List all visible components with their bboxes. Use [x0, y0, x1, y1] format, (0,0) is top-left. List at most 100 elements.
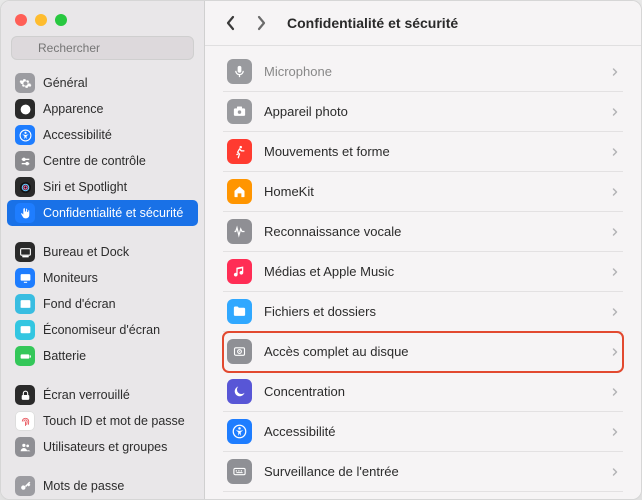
music-icon: [227, 259, 252, 284]
sidebar: Général Apparence Accessibilité Centre de c…: [1, 1, 205, 499]
sidebar-item-label: Apparence: [43, 102, 103, 116]
settings-row[interactable]: Accessibilité: [223, 412, 623, 452]
settings-list: Microphone Appareil photo Mouvements et fo…: [205, 46, 641, 499]
sidebar-item[interactable]: Écran verrouillé: [7, 382, 198, 408]
settings-row[interactable]: Surveillance de l'entrée: [223, 452, 623, 492]
sidebar-item-label: Écran verrouillé: [43, 388, 130, 402]
sidebar-item[interactable]: Touch ID et mot de passe: [7, 408, 198, 434]
settings-row[interactable]: Fichiers et dossiers: [223, 292, 623, 332]
sidebar-item-label: Confidentialité et sécurité: [43, 206, 183, 220]
siri-icon: [15, 177, 35, 197]
settings-row-label: Microphone: [264, 64, 599, 79]
settings-row[interactable]: HomeKit: [223, 172, 623, 212]
wallpaper-icon: [15, 294, 35, 314]
motion-icon: [227, 139, 252, 164]
sidebar-item-label: Batterie: [43, 349, 86, 363]
settings-window: Général Apparence Accessibilité Centre de c…: [0, 0, 642, 500]
forward-button[interactable]: [251, 13, 271, 33]
sidebar-item[interactable]: Général: [7, 70, 198, 96]
chevron-right-icon: [611, 466, 619, 478]
users-icon: [15, 437, 35, 457]
sidebar-item-label: Fond d'écran: [43, 297, 116, 311]
sliders-icon: [15, 151, 35, 171]
settings-row-label: Reconnaissance vocale: [264, 224, 599, 239]
chevron-right-icon: [611, 266, 619, 278]
close-button[interactable]: [15, 14, 27, 26]
sidebar-item[interactable]: Siri et Spotlight: [7, 174, 198, 200]
main-pane: Confidentialité et sécurité Microphone Ap…: [205, 1, 641, 499]
chevron-right-icon: [611, 426, 619, 438]
battery-icon: [15, 346, 35, 366]
disk-icon: [227, 339, 252, 364]
sidebar-item[interactable]: Économiseur d'écran: [7, 317, 198, 343]
settings-row-label: Appareil photo: [264, 104, 599, 119]
sidebar-item-label: Général: [43, 76, 87, 90]
display-icon: [15, 268, 35, 288]
sidebar-item[interactable]: Centre de contrôle: [7, 148, 198, 174]
settings-row-label: Médias et Apple Music: [264, 264, 599, 279]
settings-row[interactable]: Microphone: [223, 52, 623, 92]
hand-icon: [15, 203, 35, 223]
sidebar-item[interactable]: Apparence: [7, 96, 198, 122]
settings-row-label: Concentration: [264, 384, 599, 399]
settings-row[interactable]: Reconnaissance vocale: [223, 212, 623, 252]
settings-row-label: Fichiers et dossiers: [264, 304, 599, 319]
settings-row[interactable]: Accès complet au disque: [223, 332, 623, 372]
sidebar-item[interactable]: Mots de passe: [7, 473, 198, 499]
sidebar-item-label: Accessibilité: [43, 128, 112, 142]
home-icon: [227, 179, 252, 204]
fingerprint-icon: [15, 411, 35, 431]
camera-icon: [227, 99, 252, 124]
chevron-right-icon: [611, 106, 619, 118]
sidebar-nav: Général Apparence Accessibilité Centre de c…: [1, 68, 204, 499]
maximize-button[interactable]: [55, 14, 67, 26]
sidebar-item[interactable]: Batterie: [7, 343, 198, 369]
settings-row[interactable]: Mouvements et forme: [223, 132, 623, 172]
sidebar-item[interactable]: Utilisateurs et groupes: [7, 434, 198, 460]
settings-row[interactable]: Médias et Apple Music: [223, 252, 623, 292]
lock-icon: [15, 385, 35, 405]
settings-row[interactable]: Appareil photo: [223, 92, 623, 132]
sidebar-item[interactable]: Accessibilité: [7, 122, 198, 148]
chevron-right-icon: [611, 306, 619, 318]
chevron-right-icon: [611, 386, 619, 398]
sidebar-item[interactable]: Moniteurs: [7, 265, 198, 291]
settings-row-label: Accessibilité: [264, 424, 599, 439]
search-input[interactable]: [11, 36, 194, 60]
settings-row-label: Mouvements et forme: [264, 144, 599, 159]
sidebar-item-label: Utilisateurs et groupes: [43, 440, 167, 454]
accessibility-icon: [15, 125, 35, 145]
minimize-button[interactable]: [35, 14, 47, 26]
window-controls: [1, 1, 204, 32]
settings-row-label: Surveillance de l'entrée: [264, 464, 599, 479]
chevron-right-icon: [611, 146, 619, 158]
settings-row-label: HomeKit: [264, 184, 599, 199]
toolbar: Confidentialité et sécurité: [205, 1, 641, 46]
sidebar-item-label: Touch ID et mot de passe: [43, 414, 185, 428]
sidebar-item[interactable]: Bureau et Dock: [7, 239, 198, 265]
chevron-right-icon: [611, 66, 619, 78]
moon-icon: [227, 379, 252, 404]
sidebar-item-label: Économiseur d'écran: [43, 323, 160, 337]
sidebar-item-label: Moniteurs: [43, 271, 98, 285]
back-button[interactable]: [221, 13, 241, 33]
settings-row[interactable]: Concentration: [223, 372, 623, 412]
sidebar-item-label: Bureau et Dock: [43, 245, 129, 259]
settings-row[interactable]: Remote Desktop: [223, 492, 623, 499]
dock-icon: [15, 242, 35, 262]
chevron-right-icon: [611, 186, 619, 198]
wave-icon: [227, 219, 252, 244]
sidebar-item-label: Mots de passe: [43, 479, 124, 493]
folder-icon: [227, 299, 252, 324]
page-title: Confidentialité et sécurité: [287, 15, 458, 31]
sidebar-item[interactable]: Confidentialité et sécurité: [7, 200, 198, 226]
sidebar-item[interactable]: Fond d'écran: [7, 291, 198, 317]
key-icon: [15, 476, 35, 496]
settings-row-label: Accès complet au disque: [264, 344, 599, 359]
sidebar-item-label: Centre de contrôle: [43, 154, 146, 168]
sidebar-item-label: Siri et Spotlight: [43, 180, 127, 194]
chevron-right-icon: [611, 226, 619, 238]
gear-icon: [15, 73, 35, 93]
screensaver-icon: [15, 320, 35, 340]
chevron-right-icon: [611, 346, 619, 358]
